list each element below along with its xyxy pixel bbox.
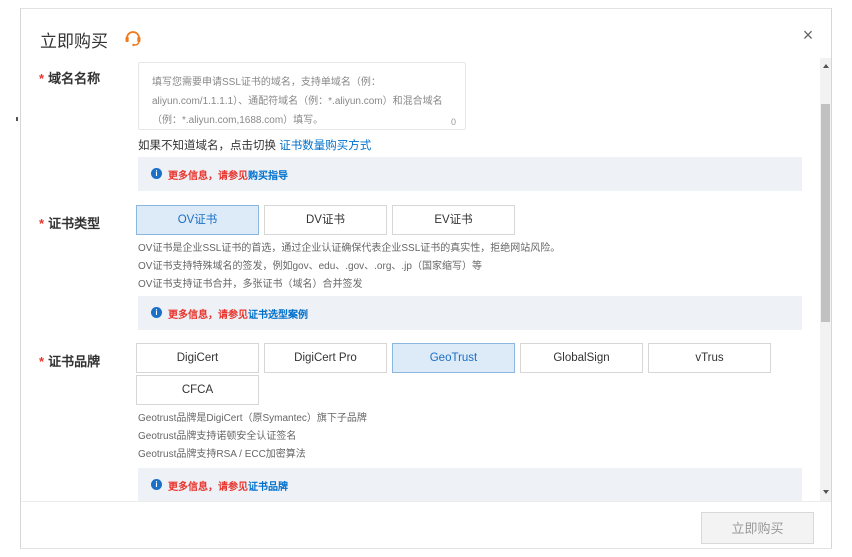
cert-type-ov-button[interactable]: OV证书 [136,205,259,235]
dialog-body[interactable]: * 域名名称 填写您需要申请SSL证书的域名，支持单域名（例：aliyun.com… [21,58,818,502]
domain-info-box: i 更多信息，请参见购买指导 [138,157,802,191]
dialog-border-bottom [20,548,832,549]
scroll-down-arrow-icon[interactable] [823,490,829,494]
purchase-guide-link[interactable]: 购买指导 [248,171,288,182]
brand-geotrust-button[interactable]: GeoTrust [392,343,515,373]
info-text: 更多信息，请参见证书选型案例 [168,310,308,321]
cert-type-ev-button[interactable]: EV证书 [392,205,515,235]
cert-brand-info-box: i 更多信息，请参见证书品牌 [138,468,802,502]
cert-type-info-box: i 更多信息，请参见证书选型案例 [138,296,802,330]
brand-globalsign-button[interactable]: GlobalSign [520,343,643,373]
scroll-thumb[interactable] [821,104,830,322]
cert-type-description: OV证书是企业SSL证书的首选，通过企业认证确保代表企业SSL证书的真实性，拒绝… [138,243,561,290]
scroll-up-arrow-icon[interactable] [823,64,829,68]
domain-input-placeholder: 填写您需要申请SSL证书的域名，支持单域名（例：aliyun.com/1.1.1… [152,77,443,126]
domain-input[interactable]: 填写您需要申请SSL证书的域名，支持单域名（例：aliyun.com/1.1.1… [138,62,466,130]
domain-label: * 域名名称 [39,71,101,86]
required-mark: * [39,216,45,231]
dialog-title: 立即购买 [40,32,108,51]
cert-brand-label: * 证书品牌 [39,354,101,369]
cert-selection-case-link[interactable]: 证书选型案例 [248,310,308,321]
cert-type-label: * 证书类型 [39,216,101,231]
info-icon: i [151,479,162,490]
vertical-scrollbar[interactable] [820,58,831,502]
info-icon: i [151,307,162,318]
headset-icon[interactable] [123,27,143,47]
info-text: 更多信息，请参见购买指导 [168,171,288,182]
char-counter: 0 [450,117,456,127]
cert-brand-link[interactable]: 证书品牌 [248,482,288,493]
page-edge-mark [16,117,18,121]
cert-type-dv-button[interactable]: DV证书 [264,205,387,235]
close-icon[interactable]: × [798,25,818,45]
footer-divider [21,501,831,502]
switch-purchase-mode-link[interactable]: 证书数量购买方式 [279,140,371,152]
buy-now-button[interactable]: 立即购买 [701,512,814,544]
switch-hint: 如果不知道域名，点击切换 证书数量购买方式 [138,140,372,152]
required-mark: * [39,71,45,86]
dialog-border-right [831,8,832,549]
required-mark: * [39,354,45,369]
dialog-header: 立即购买 × [21,9,831,61]
brand-cfca-button[interactable]: CFCA [136,375,259,405]
cert-brand-description: Geotrust品牌是DigiCert（原Symantec）旗下子品牌 Geot… [138,413,367,460]
info-icon: i [151,168,162,179]
brand-digicert-pro-button[interactable]: DigiCert Pro [264,343,387,373]
brand-vtrus-button[interactable]: vTrus [648,343,771,373]
info-text: 更多信息，请参见证书品牌 [168,482,288,493]
brand-digicert-button[interactable]: DigiCert [136,343,259,373]
